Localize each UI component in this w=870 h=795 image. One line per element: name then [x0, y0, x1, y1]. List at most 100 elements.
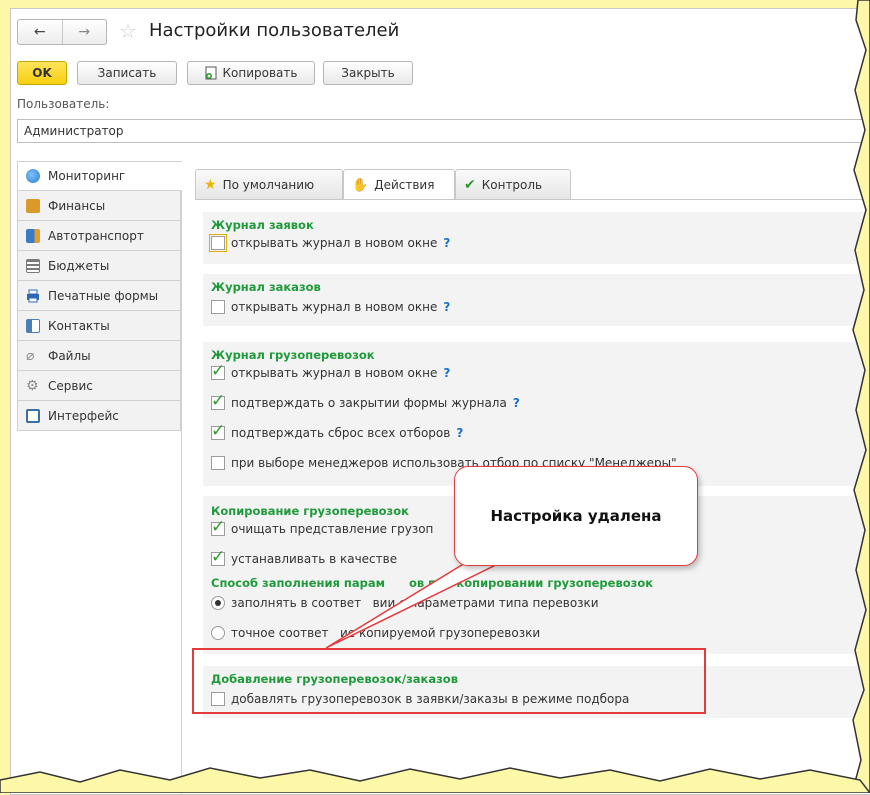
group-title: Способ заполнения парам ов при копирован…: [211, 576, 654, 590]
option-label: открывать журнал в новом окне: [231, 236, 438, 250]
title-bar: ← → ☆ Настройки пользователей: [11, 9, 870, 49]
option-label: устанавливать в качестве: [231, 552, 398, 566]
option-row: открывать журнал в новом окне ?: [211, 300, 450, 314]
sidebar-item-interface[interactable]: Интерфейс: [17, 401, 181, 431]
radio-button[interactable]: [211, 626, 225, 640]
help-icon[interactable]: ?: [513, 396, 520, 410]
checkmark-icon: ✓: [211, 421, 226, 441]
gear-icon: ⚙: [26, 377, 39, 394]
group-title: Журнал грузоперевозок: [211, 348, 375, 362]
sidebar-item-budgets[interactable]: Бюджеты: [17, 251, 181, 281]
option-row: ✓ очищать представление грузоп: [211, 517, 434, 537]
checkmark-icon: ✓: [211, 391, 226, 411]
page-title: Настройки пользователей: [149, 20, 400, 41]
navigation-buttons: ← →: [17, 19, 107, 45]
radio-row: заполнять в соответ вии с параметрами ти…: [211, 596, 599, 610]
sidebar-item-label: Финансы: [48, 198, 106, 213]
sidebar: Мониторинг Финансы Автотранспорт Бюджеты…: [17, 161, 182, 794]
checkmark-icon: ✔: [464, 176, 476, 193]
forward-button[interactable]: →: [61, 20, 107, 44]
option-label: подтверждать о закрытии формы журнала: [231, 396, 507, 410]
favorite-star-icon[interactable]: ☆: [119, 19, 137, 43]
globe-icon: [26, 169, 40, 183]
checkbox[interactable]: [211, 456, 225, 470]
hand-icon: ✋: [352, 177, 369, 193]
option-label: заполнять в соответ вии с параметрами ти…: [231, 596, 599, 610]
tab-label: По умолчанию: [222, 177, 315, 192]
ledger-icon: [26, 258, 40, 273]
sidebar-item-vehicles[interactable]: Автотранспорт: [17, 221, 181, 251]
paperclip-icon: ⌀: [26, 347, 35, 364]
checkmark-icon: ✓: [211, 547, 226, 567]
option-row: ✓ подтверждать о закрытии формы журнала …: [211, 391, 520, 411]
radio-row: точное соответ ие копируемой грузоперево…: [211, 626, 540, 640]
option-row: ✓ открывать журнал в новом окне ?: [211, 361, 450, 381]
sidebar-item-monitoring[interactable]: Мониторинг: [17, 161, 182, 191]
highlight-frame: [192, 648, 706, 714]
sidebar-item-label: Автотранспорт: [48, 228, 144, 243]
group-title: Журнал заявок: [211, 218, 314, 232]
calculator-icon: [26, 198, 40, 213]
contact-card-icon: [26, 318, 40, 333]
option-label: открывать журнал в новом окне: [231, 300, 438, 314]
help-icon[interactable]: ?: [443, 236, 450, 250]
checkbox[interactable]: ✓: [211, 391, 225, 411]
truck-icon: [26, 228, 40, 243]
sidebar-item-service[interactable]: ⚙ Сервис: [17, 371, 181, 401]
option-row: ✓ устанавливать в качестве: [211, 547, 398, 567]
callout-bubble: Настройка удалена: [454, 466, 698, 566]
user-label: Пользователь:: [17, 97, 110, 111]
sidebar-item-label: Сервис: [48, 378, 93, 393]
group-title: Журнал заказов: [211, 280, 321, 294]
copy-button[interactable]: Копировать: [187, 61, 315, 85]
star-icon: ★: [204, 176, 217, 193]
help-icon[interactable]: ?: [443, 300, 450, 314]
checkbox[interactable]: ✓: [211, 547, 225, 567]
interface-icon: [26, 408, 40, 423]
help-icon[interactable]: ?: [443, 366, 450, 380]
radio-button[interactable]: [211, 596, 225, 610]
sidebar-item-label: Печатные формы: [48, 288, 159, 303]
checkmark-icon: ✓: [211, 517, 226, 537]
checkbox[interactable]: ✓: [211, 361, 225, 381]
group-orders-journal: Журнал заказов открывать журнал в новом …: [203, 274, 870, 326]
tab-label: Действия: [374, 178, 435, 192]
option-label: очищать представление грузоп: [231, 522, 434, 536]
checkbox[interactable]: [209, 234, 227, 252]
checkbox[interactable]: ✓: [211, 517, 225, 537]
save-button[interactable]: Записать: [77, 61, 177, 85]
toolbar: OK Записать Копировать Закрыть: [17, 61, 870, 87]
close-button[interactable]: Закрыть: [323, 61, 413, 85]
tab-actions[interactable]: ✋ Действия: [343, 169, 455, 200]
option-label: открывать журнал в новом окне: [231, 366, 438, 380]
copy-icon: [205, 66, 217, 80]
tab-defaults[interactable]: ★ По умолчанию: [195, 169, 343, 199]
user-field[interactable]: Администратор: [17, 119, 870, 143]
printer-icon: [26, 289, 40, 303]
sidebar-item-print-forms[interactable]: Печатные формы: [17, 281, 181, 311]
sidebar-item-label: Интерфейс: [48, 408, 119, 423]
group-shipments-journal: Журнал грузоперевозок ✓ открывать журнал…: [203, 342, 870, 486]
tab-control[interactable]: ✔ Контроль: [455, 169, 571, 199]
back-button[interactable]: ←: [18, 20, 62, 44]
group-title: Копирование грузоперевозок: [211, 504, 409, 518]
option-label: подтверждать сброс всех отборов: [231, 426, 451, 440]
sidebar-item-files[interactable]: ⌀ Файлы: [17, 341, 181, 371]
sidebar-item-label: Файлы: [48, 348, 91, 363]
group-requests-journal: Журнал заявок открывать журнал в новом о…: [203, 212, 870, 264]
option-row: ✓ подтверждать сброс всех отборов ?: [211, 421, 463, 441]
sidebar-item-label: Бюджеты: [48, 258, 110, 273]
help-icon[interactable]: ?: [456, 426, 463, 440]
checkbox[interactable]: [211, 300, 225, 314]
sidebar-item-label: Мониторинг: [48, 169, 126, 183]
sidebar-item-contacts[interactable]: Контакты: [17, 311, 181, 341]
tab-label: Контроль: [481, 177, 543, 192]
ok-button[interactable]: OK: [17, 61, 67, 85]
checkmark-icon: ✓: [211, 361, 226, 381]
sidebar-item-finance[interactable]: Финансы: [17, 191, 181, 221]
copy-button-label: Копировать: [222, 66, 298, 80]
sidebar-item-label: Контакты: [48, 318, 110, 333]
checkbox[interactable]: ✓: [211, 421, 225, 441]
option-row: открывать журнал в новом окне ?: [209, 234, 450, 252]
option-label: точное соответ ие копируемой грузоперево…: [231, 626, 541, 640]
